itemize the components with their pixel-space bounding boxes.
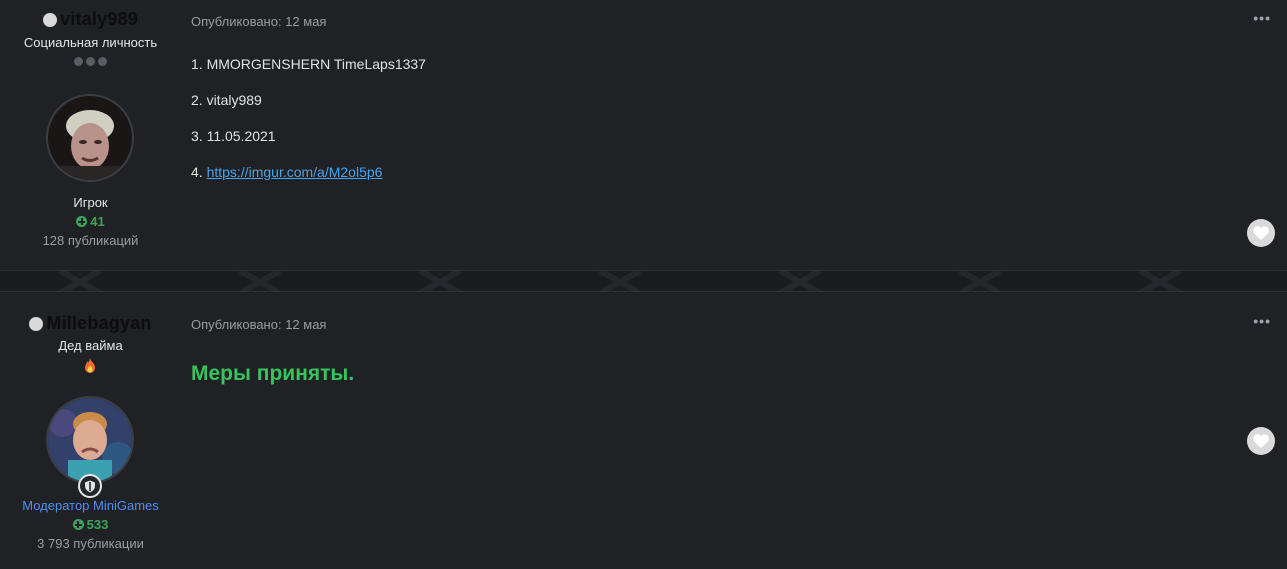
heart-icon [1253, 226, 1269, 241]
post: vitaly989 Социальная личность Игрок 41 1… [0, 0, 1287, 270]
plus-circle-icon [72, 519, 84, 530]
post-separator [0, 270, 1287, 292]
author-posts-count: 3 793 публикации [37, 536, 144, 551]
rank-dots-icon [74, 57, 107, 66]
heart-icon [1253, 434, 1269, 449]
author-group: Игрок [73, 195, 108, 210]
ellipsis-icon[interactable]: ••• [1253, 313, 1271, 329]
reputation-value: 533 [86, 517, 109, 532]
like-button[interactable] [1247, 427, 1275, 455]
content-line-prefix: 4. [191, 164, 207, 180]
content-line: 3. 11.05.2021 [191, 128, 276, 144]
reputation: 41 [0, 214, 181, 229]
content-line: 2. vitaly989 [191, 92, 262, 108]
post: Millebagyan Дед вайма Модератор MiniGame… [0, 292, 1287, 569]
fire-icon [81, 357, 99, 375]
post-content: 1. MMORGENSHERN TimeLaps1337 2. vitaly98… [191, 56, 426, 200]
content-line: 4. https://imgur.com/a/M2ol5p6 [191, 164, 426, 180]
avatar[interactable] [46, 396, 134, 484]
offline-dot-icon [29, 316, 44, 331]
offline-dot-icon [43, 12, 58, 27]
author-group: Модератор MiniGames [22, 498, 159, 513]
author-name-row: vitaly989 [0, 9, 181, 30]
reputation-value: 41 [90, 214, 105, 229]
content-line: 1. MMORGENSHERN TimeLaps1337 [191, 56, 426, 72]
avatar[interactable] [46, 94, 134, 182]
author-name-row: Millebagyan [0, 313, 181, 334]
author-name-link[interactable]: Millebagyan [46, 313, 151, 334]
author-posts-count: 128 публикаций [42, 233, 139, 248]
author-name-link[interactable]: vitaly989 [60, 9, 138, 30]
post-date[interactable]: Опубликовано: 12 мая [191, 317, 326, 332]
reputation: 533 [0, 517, 181, 532]
author-title: Социальная личность [23, 35, 158, 50]
ellipsis-icon[interactable]: ••• [1253, 10, 1271, 26]
author-title: Дед вайма [58, 338, 123, 353]
imgur-link[interactable]: https://imgur.com/a/M2ol5p6 [207, 164, 383, 180]
plus-circle-icon [76, 216, 88, 227]
post-date[interactable]: Опубликовано: 12 мая [191, 14, 326, 29]
shield-icon [78, 474, 102, 498]
post-content: Меры приняты. [191, 362, 355, 385]
like-button[interactable] [1247, 219, 1275, 247]
